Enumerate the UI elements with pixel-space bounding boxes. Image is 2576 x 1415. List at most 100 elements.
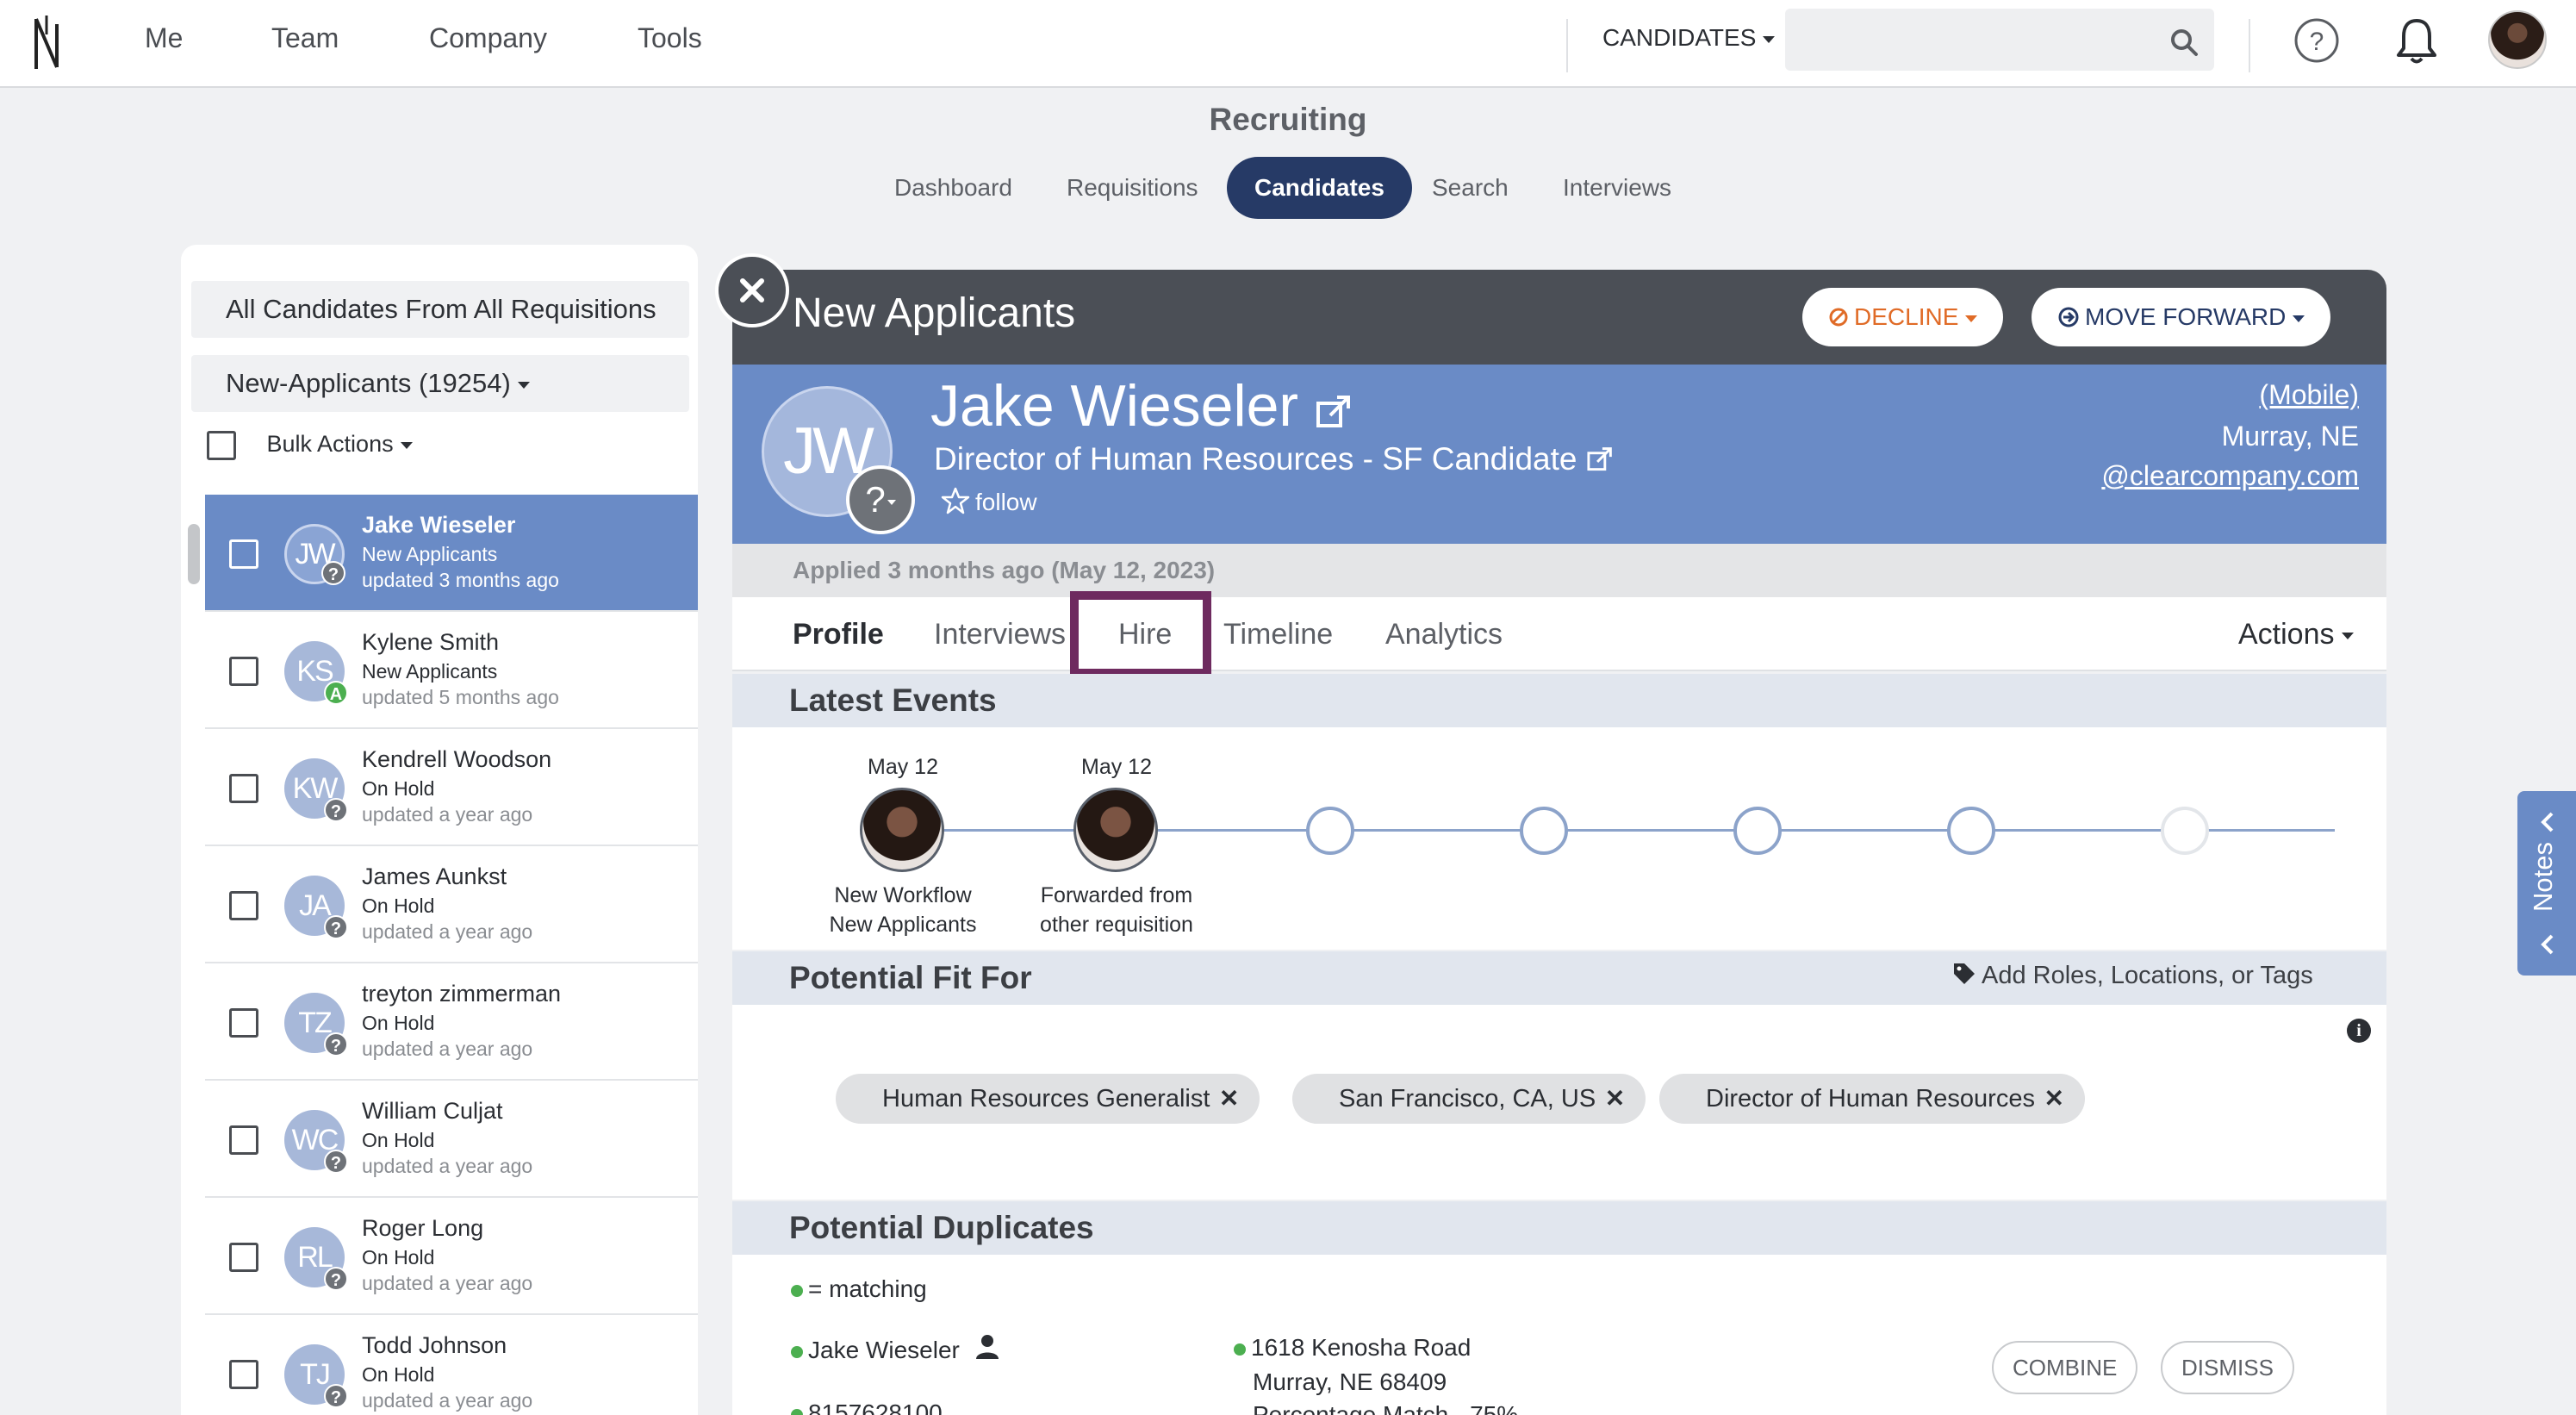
- candidate-list: JW? Jake Wieseler New Applicants updated…: [205, 495, 698, 1415]
- tab-profile[interactable]: Profile: [793, 618, 884, 651]
- list-item[interactable]: KW? Kendrell Woodson On Hold updated a y…: [205, 729, 698, 846]
- tab-requisitions[interactable]: Requisitions: [1039, 157, 1226, 219]
- list-item[interactable]: RL? Roger Long On Hold updated a year ag…: [205, 1198, 698, 1315]
- tab-analytics[interactable]: Analytics: [1385, 618, 1503, 651]
- external-link-icon[interactable]: [1586, 446, 1614, 473]
- avatar-initials: RL: [297, 1241, 333, 1274]
- select-all-checkbox[interactable]: [207, 431, 236, 460]
- nav-me[interactable]: Me: [145, 22, 183, 54]
- event-user-avatar[interactable]: [1073, 788, 1158, 872]
- dismiss-button[interactable]: DISMISS: [2161, 1341, 2294, 1394]
- user-avatar[interactable]: [2488, 10, 2547, 69]
- candidate-status-badge[interactable]: ?: [846, 465, 915, 534]
- row-checkbox[interactable]: [229, 657, 258, 686]
- notes-tab[interactable]: Notes: [2517, 791, 2576, 976]
- candidate-stage: On Hold: [362, 895, 435, 917]
- search-icon[interactable]: [2169, 28, 2199, 57]
- row-checkbox[interactable]: [229, 1360, 258, 1389]
- bell-icon[interactable]: [2393, 16, 2440, 65]
- entity-dropdown[interactable]: CANDIDATES: [1602, 24, 1776, 52]
- follow-button[interactable]: follow: [941, 486, 1037, 516]
- avatar: WC?: [284, 1110, 348, 1174]
- remove-tag-icon[interactable]: ✕: [1605, 1074, 1625, 1124]
- remove-tag-icon[interactable]: ✕: [1219, 1074, 1239, 1124]
- decline-label: DECLINE: [1854, 303, 1959, 330]
- decline-button[interactable]: DECLINE: [1802, 288, 2004, 346]
- row-checkbox[interactable]: [229, 891, 258, 920]
- candidate-stage: New Applicants: [362, 660, 498, 683]
- list-item[interactable]: TZ? treyton zimmerman On Hold updated a …: [205, 963, 698, 1081]
- search-bar[interactable]: [1785, 9, 2214, 71]
- bulk-actions[interactable]: Bulk Actions: [207, 431, 413, 460]
- candidate-stage: On Hold: [362, 1129, 435, 1151]
- stage-filter[interactable]: New-Applicants (19254): [191, 355, 689, 412]
- fit-tag-label: Director of Human Resources: [1706, 1085, 2035, 1113]
- help-icon[interactable]: ?: [2293, 17, 2340, 64]
- list-item[interactable]: KS A Kylene Smith New Applicants updated …: [205, 612, 698, 729]
- sidebar-scrollbar[interactable]: [188, 524, 200, 584]
- row-checkbox[interactable]: [229, 539, 258, 569]
- avatar: JW?: [284, 524, 345, 585]
- tab-search[interactable]: Search: [1404, 157, 1536, 219]
- tab-timeline[interactable]: Timeline: [1223, 618, 1333, 651]
- nav-company[interactable]: Company: [429, 22, 547, 54]
- duplicate-name[interactable]: Jake Wieseler: [791, 1334, 999, 1364]
- event-line2: New Applicants: [829, 913, 977, 937]
- row-checkbox[interactable]: [229, 1125, 258, 1155]
- candidate-email[interactable]: @clearcompany.com: [2101, 460, 2359, 492]
- move-forward-button[interactable]: MOVE FORWARD: [2032, 288, 2331, 346]
- row-checkbox[interactable]: [229, 1243, 258, 1272]
- row-checkbox[interactable]: [229, 1008, 258, 1038]
- actions-label: Actions: [2238, 618, 2335, 651]
- avatar-initials: JA: [299, 889, 332, 922]
- clearcompany-logo[interactable]: [31, 12, 65, 72]
- applied-date: Applied 3 months ago (May 12, 2023): [732, 544, 2386, 597]
- tab-candidates[interactable]: Candidates: [1227, 157, 1412, 219]
- list-item[interactable]: JW? Jake Wieseler New Applicants updated…: [205, 495, 698, 612]
- candidate-name-heading[interactable]: Jake Wieseler: [930, 372, 1353, 439]
- duplicate-address1: 1618 Kenosha Road: [1251, 1334, 1472, 1361]
- add-roles-link[interactable]: Add Roles, Locations, or Tags: [1952, 962, 2313, 990]
- tab-interviews-profile[interactable]: Interviews: [934, 618, 1066, 651]
- status-badge: ?: [324, 1150, 348, 1174]
- close-panel-button[interactable]: [715, 253, 789, 327]
- candidate-requisition[interactable]: Director of Human Resources - SF Candida…: [934, 441, 1614, 477]
- event-line1: New Workflow: [834, 883, 972, 907]
- combine-button[interactable]: COMBINE: [1992, 1341, 2138, 1394]
- nav-tools[interactable]: Tools: [638, 22, 702, 54]
- fit-tag-label: San Francisco, CA, US: [1339, 1085, 1596, 1113]
- candidate-name: Jake Wieseler: [362, 512, 516, 538]
- info-icon[interactable]: i: [2347, 1019, 2371, 1043]
- avatar: RL?: [284, 1227, 348, 1291]
- candidate-updated: updated 3 months ago: [362, 569, 559, 591]
- avatar-initials: KS: [296, 655, 333, 688]
- candidate-updated: updated 5 months ago: [362, 686, 559, 708]
- duplicate-phone-text: 8157628100: [808, 1399, 943, 1415]
- list-item[interactable]: TJ? Todd Johnson On Hold updated a year …: [205, 1315, 698, 1415]
- candidate-updated: updated a year ago: [362, 1389, 533, 1412]
- status-badge: ?: [324, 1032, 348, 1057]
- candidate-phone[interactable]: (Mobile): [2259, 379, 2359, 411]
- event-user-avatar[interactable]: [860, 788, 944, 872]
- actions-dropdown[interactable]: Actions: [2238, 618, 2354, 651]
- tag-icon: [1954, 963, 1975, 984]
- requisition-filter[interactable]: All Candidates From All Requisitions: [191, 281, 689, 338]
- timeline-node: [1306, 807, 1354, 855]
- event-label: Forwarded from other requisition: [1005, 881, 1229, 939]
- search-input[interactable]: [1785, 9, 2147, 71]
- caret-down-icon: [1763, 35, 1776, 43]
- external-link-icon[interactable]: [1315, 393, 1353, 431]
- tab-dashboard[interactable]: Dashboard: [867, 157, 1040, 219]
- list-item[interactable]: JA? James Aunkst On Hold updated a year …: [205, 846, 698, 963]
- nav-team[interactable]: Team: [271, 22, 339, 54]
- candidate-location: Murray, NE: [2221, 421, 2359, 452]
- row-checkbox[interactable]: [229, 774, 258, 803]
- candidate-stage: On Hold: [362, 1246, 435, 1269]
- candidate-stage: On Hold: [362, 777, 435, 800]
- remove-tag-icon[interactable]: ✕: [2044, 1074, 2064, 1124]
- avatar: JA?: [284, 876, 348, 939]
- tab-interviews[interactable]: Interviews: [1535, 157, 1699, 219]
- list-item[interactable]: WC? William Culjat On Hold updated a yea…: [205, 1081, 698, 1198]
- chevron-left-icon: [2541, 934, 2554, 955]
- panel-title: New Applicants: [793, 290, 1076, 336]
